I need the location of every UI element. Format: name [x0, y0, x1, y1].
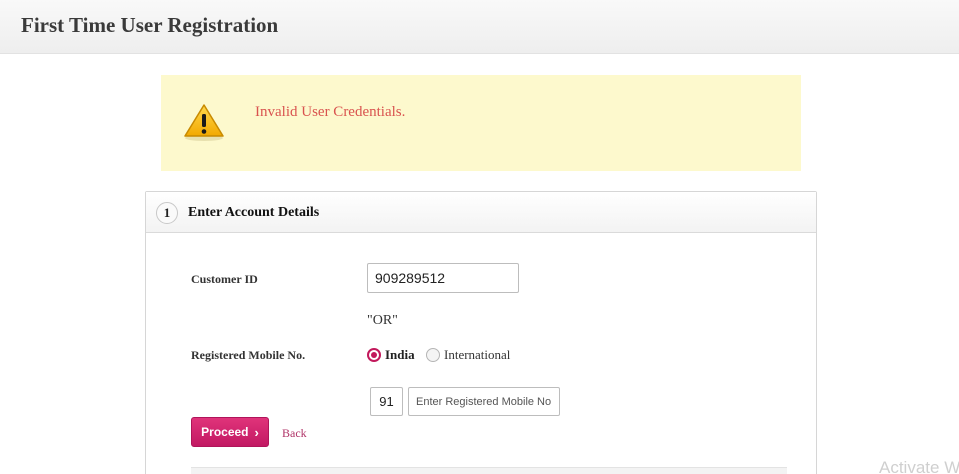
radio-international[interactable]: International: [426, 347, 510, 363]
customer-id-label: Customer ID: [191, 272, 258, 286]
page-header: First Time User Registration: [0, 0, 959, 54]
panel-header: 1 Enter Account Details: [146, 192, 816, 233]
country-code-input[interactable]: [370, 387, 403, 416]
step-number: 1: [156, 202, 178, 224]
radio-international-label[interactable]: International: [444, 347, 510, 363]
radio-india[interactable]: India: [367, 347, 415, 363]
page-title: First Time User Registration: [21, 13, 279, 37]
panel-title: Enter Account Details: [188, 205, 320, 220]
warning-icon: [184, 104, 224, 141]
panel-footer-bar: [191, 467, 787, 474]
proceed-label: Proceed: [201, 425, 249, 439]
activate-watermark: Activate W: [879, 458, 959, 474]
mobile-number-input[interactable]: [408, 387, 560, 416]
back-link[interactable]: Back: [282, 426, 307, 441]
proceed-button[interactable]: Proceed ›: [191, 417, 269, 447]
customer-id-input[interactable]: [367, 263, 519, 293]
error-alert: Invalid User Credentials.: [161, 75, 801, 171]
radio-india-label[interactable]: India: [385, 347, 415, 363]
or-separator: "OR": [367, 313, 398, 328]
account-details-panel: 1 Enter Account Details Customer ID "OR"…: [145, 191, 817, 474]
radio-india-button[interactable]: [367, 348, 381, 362]
radio-international-button[interactable]: [426, 348, 440, 362]
chevron-right-icon: ›: [254, 424, 259, 440]
mobile-label: Registered Mobile No.: [191, 348, 306, 362]
alert-message: Invalid User Credentials.: [255, 104, 406, 120]
